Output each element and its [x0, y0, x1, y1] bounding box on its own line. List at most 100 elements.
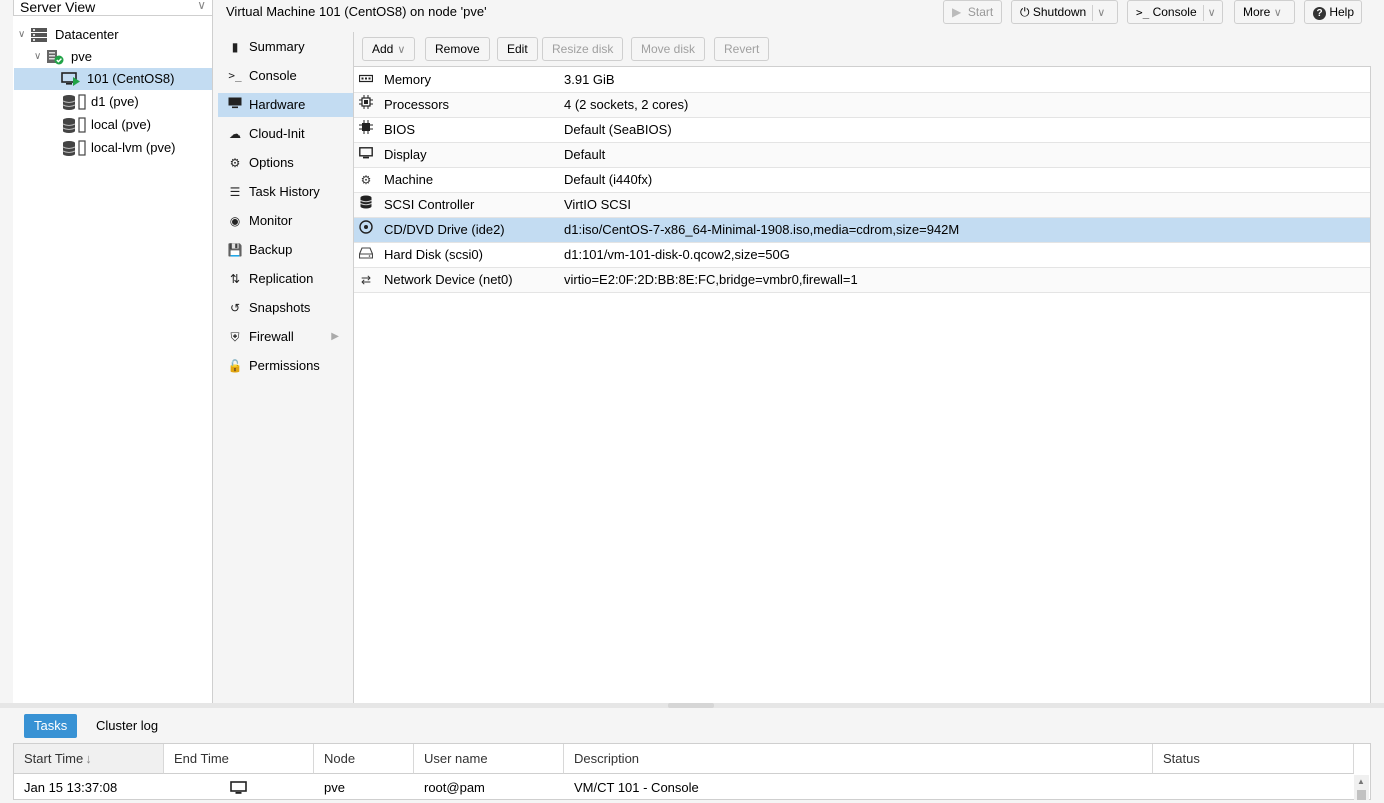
hardware-row-display[interactable]: Display Default — [354, 143, 1370, 168]
cpu-icon — [358, 93, 374, 117]
hdd-icon — [358, 243, 374, 267]
cloud-icon: ☁ — [229, 127, 241, 141]
nav-options[interactable]: ⚙ Options — [218, 151, 353, 175]
tab-cluster-log[interactable]: Cluster log — [86, 714, 168, 738]
task-start-time: Jan 15 13:37:08 — [24, 780, 118, 795]
column-header-end-time[interactable]: End Time — [164, 744, 314, 774]
shutdown-label: Shutdown — [1032, 5, 1087, 19]
task-description: VM/CT 101 - Console — [574, 780, 699, 795]
remove-button[interactable]: Remove — [425, 37, 490, 61]
tree-item-label: Datacenter — [55, 27, 119, 42]
resize-disk-button[interactable]: Resize disk — [542, 37, 624, 61]
hardware-row-bios[interactable]: BIOS Default (SeaBIOS) — [354, 118, 1370, 143]
sort-desc-icon: ↓ — [85, 751, 92, 766]
chevron-down-icon: ∨ — [397, 44, 406, 56]
hardware-toolbar: Add ∨ Remove Edit Resize disk Move disk R… — [354, 32, 1371, 67]
cogs-icon: ⚙ — [360, 173, 372, 187]
column-header-user-name[interactable]: User name — [414, 744, 564, 774]
start-button[interactable]: ▶ Start — [943, 0, 1002, 24]
move-disk-button[interactable]: Move disk — [631, 37, 706, 61]
book-icon: ▮ — [231, 40, 239, 54]
tree-item-storage-d1[interactable]: d1 (pve) — [14, 91, 212, 113]
nav-task-history[interactable]: ☰ Task History — [218, 180, 353, 204]
cdrom-icon — [358, 218, 374, 242]
scroll-thumb[interactable] — [1357, 790, 1366, 800]
shield-icon: ⛨ — [230, 330, 240, 344]
hardware-value: virtio=E2:0F:2D:BB:8E:FC,bridge=vmbr0,fi… — [564, 272, 858, 287]
hardware-row-scsi-controller[interactable]: SCSI Controller VirtIO SCSI — [354, 193, 1370, 218]
hardware-name: Display — [384, 147, 427, 162]
list-icon: ☰ — [229, 185, 241, 199]
history-icon: ↺ — [229, 301, 241, 315]
help-icon: ? — [1313, 7, 1326, 20]
tree-item-label: 101 (CentOS8) — [87, 71, 175, 86]
chevron-down-icon[interactable]: ∨ — [1208, 7, 1216, 19]
nav-permissions[interactable]: 🔓 Permissions — [218, 354, 353, 378]
tree-item-datacenter[interactable]: ∨ Datacenter — [14, 24, 212, 46]
column-label: User name — [424, 751, 488, 766]
nav-backup[interactable]: 💾 Backup — [218, 238, 353, 262]
hardware-row-hard-disk[interactable]: Hard Disk (scsi0) d1:101/vm-101-disk-0.q… — [354, 243, 1370, 268]
column-label: End Time — [174, 751, 229, 766]
tree-item-vm-101[interactable]: 101 (CentOS8) — [14, 68, 212, 90]
more-button[interactable]: More ∨ — [1234, 0, 1295, 24]
nav-summary[interactable]: ▮ Summary — [218, 35, 353, 59]
collapse-icon[interactable]: ∨ — [18, 24, 30, 46]
task-list-scrollbar[interactable]: ▲ — [1354, 775, 1369, 800]
column-header-start-time[interactable]: Start Time ↓ — [14, 744, 164, 774]
task-user: root@pam — [424, 780, 485, 795]
tree-item-storage-local-lvm[interactable]: local-lvm (pve) — [14, 137, 212, 159]
help-button[interactable]: ? Help — [1304, 0, 1362, 24]
nav-cloud-init[interactable]: ☁ Cloud-Init — [218, 122, 353, 146]
hardware-row-network-device[interactable]: ⇄ Network Device (net0) virtio=E2:0F:2D:… — [354, 268, 1370, 293]
log-panel-tabs — [13, 708, 1371, 744]
column-header-status[interactable]: Status — [1153, 744, 1354, 774]
nav-monitor[interactable]: ◉ Monitor — [218, 209, 353, 233]
monitor-icon — [358, 143, 374, 167]
play-icon: ▶ — [952, 5, 962, 19]
scroll-up-icon[interactable]: ▲ — [1357, 777, 1365, 786]
hardware-row-memory[interactable]: Memory 3.91 GiB — [354, 68, 1370, 93]
hardware-row-machine[interactable]: ⚙ Machine Default (i440fx) — [354, 168, 1370, 193]
nav-label: Snapshots — [249, 300, 311, 315]
start-label: Start — [967, 5, 994, 19]
datacenter-icon — [30, 27, 48, 43]
view-selector[interactable]: Server View ∨ — [13, 0, 213, 16]
nav-label: Task History — [249, 184, 320, 199]
shutdown-button[interactable]: ⏻ Shutdown ∨ — [1011, 0, 1118, 24]
nav-replication[interactable]: ⇅ Replication — [218, 267, 353, 291]
nav-snapshots[interactable]: ↺ Snapshots — [218, 296, 353, 320]
tree-item-label: pve — [71, 49, 92, 64]
tree-item-storage-local[interactable]: local (pve) — [14, 114, 212, 136]
hardware-value: d1:iso/CentOS-7-x86_64-Minimal-1908.iso,… — [564, 222, 960, 237]
tab-tasks[interactable]: Tasks — [24, 714, 78, 738]
hardware-value: Default (i440fx) — [564, 172, 653, 187]
revert-button[interactable]: Revert — [714, 37, 770, 61]
tree-item-pve[interactable]: ∨ pve — [14, 46, 212, 68]
column-header-description[interactable]: Description — [564, 744, 1153, 774]
task-node: pve — [324, 780, 345, 795]
console-button[interactable]: >_ Console ∨ — [1127, 0, 1223, 24]
help-label: Help — [1329, 5, 1355, 19]
add-button[interactable]: Add ∨ — [362, 37, 416, 61]
nav-hardware[interactable]: Hardware — [218, 93, 353, 117]
resize-disk-label: Resize disk — [552, 42, 614, 56]
tree-item-label: local-lvm (pve) — [91, 140, 176, 155]
column-header-node[interactable]: Node — [314, 744, 414, 774]
storage-icon — [62, 140, 86, 156]
column-label: Start Time — [24, 751, 84, 766]
column-label: Node — [324, 751, 356, 766]
hardware-value: VirtIO SCSI — [564, 197, 631, 212]
edit-button[interactable]: Edit — [497, 37, 538, 61]
hardware-name: Machine — [384, 172, 434, 187]
nav-firewall[interactable]: ⛨ Firewall ▶ — [218, 325, 353, 349]
hardware-row-cd-dvd[interactable]: CD/DVD Drive (ide2) d1:iso/CentOS-7-x86_… — [354, 218, 1370, 243]
chevron-right-icon: ▶ — [331, 331, 339, 342]
chevron-down-icon[interactable]: ∨ — [1097, 7, 1105, 19]
collapse-icon[interactable]: ∨ — [34, 46, 46, 68]
nav-label: Options — [249, 155, 294, 170]
nav-console[interactable]: >_ Console — [218, 64, 353, 88]
more-label: More — [1243, 5, 1271, 19]
page-title: Virtual Machine 101 (CentOS8) on node 'p… — [226, 4, 487, 19]
hardware-row-processors[interactable]: Processors 4 (2 sockets, 2 cores) — [354, 93, 1370, 118]
